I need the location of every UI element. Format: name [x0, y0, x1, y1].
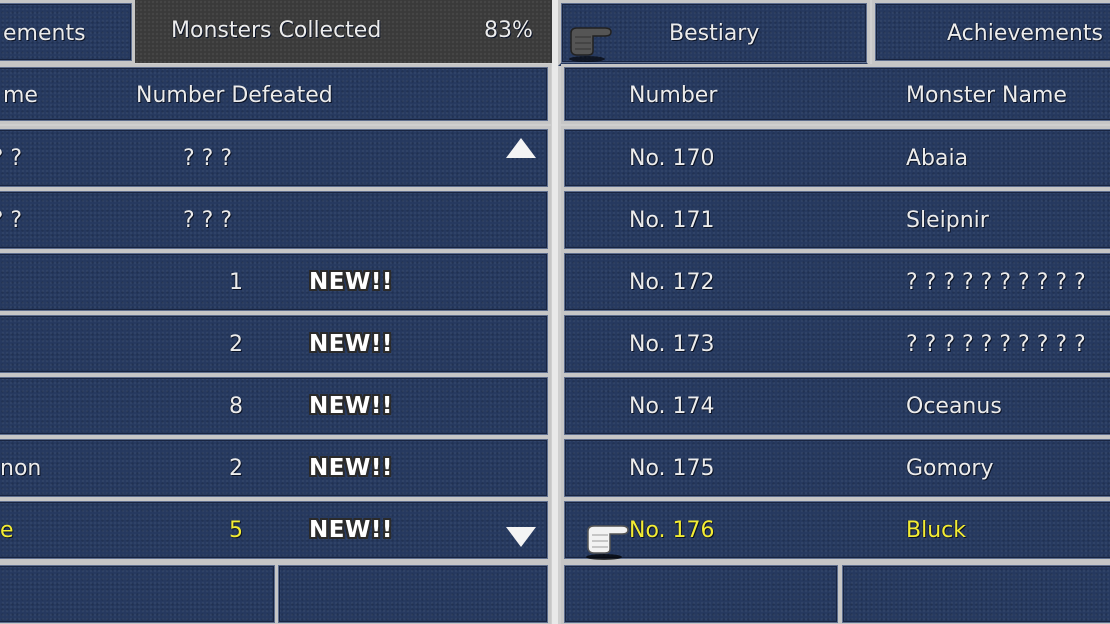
new-badge: NEW!!: [309, 393, 393, 419]
row-monster-name: ? ? ? ? ? ? ? ? ? ?: [906, 332, 1086, 357]
row-number: No. 170: [629, 146, 715, 171]
row-defeated: 2: [229, 456, 243, 481]
row-defeated: ? ? ?: [183, 146, 233, 171]
list-row[interactable]: ? ? ? ? ? ?: [0, 126, 551, 190]
header-name: me: [3, 83, 38, 108]
cursor-pointing-hand-icon: [586, 525, 629, 560]
list-row[interactable]: No. 171 Sleipnir: [561, 188, 1110, 252]
list-row[interactable]: 2 NEW!!: [0, 312, 551, 376]
list-row[interactable]: No. 170 Abaia: [561, 126, 1110, 190]
header-monster-name: Monster Name: [906, 83, 1067, 108]
row-number: No. 171: [629, 208, 715, 233]
tab-achievements[interactable]: ements: [0, 0, 135, 64]
new-badge: NEW!!: [309, 455, 393, 481]
list-row[interactable]: non 2 NEW!!: [0, 436, 551, 500]
row-monster-name: Gomory: [906, 456, 994, 481]
list-row[interactable]: No. 174 Oceanus: [561, 374, 1110, 438]
list-row[interactable]: No. 175 Gomory: [561, 436, 1110, 500]
bestiary-panel: Bestiary Achievements Number Monster Nam…: [558, 0, 1110, 624]
row-name: e: [0, 518, 14, 543]
row-monster-name: Oceanus: [906, 394, 1002, 419]
row-number: No. 172: [629, 270, 715, 295]
row-name: ? ? ?: [0, 208, 23, 233]
row-defeated: 5: [229, 518, 243, 543]
monsters-collected-label: Monsters Collected: [171, 18, 382, 43]
new-badge: NEW!!: [309, 517, 393, 543]
list-row-selected[interactable]: No. 176 Bluck: [561, 498, 1110, 562]
collection-summary: Monsters Collected 83%: [135, 0, 552, 63]
footer-left-slot: [0, 562, 278, 624]
scroll-up-icon[interactable]: [506, 138, 536, 158]
list-row[interactable]: No. 173 ? ? ? ? ? ? ? ? ? ?: [561, 312, 1110, 376]
row-number: No. 174: [629, 394, 715, 419]
new-badge: NEW!!: [309, 269, 393, 295]
list-header: me Number Defeated: [0, 64, 551, 124]
header-number-defeated: Number Defeated: [136, 83, 333, 108]
list-row[interactable]: ? ? ? ? ? ?: [0, 188, 551, 252]
header-number: Number: [629, 83, 718, 108]
tab-achievements-label: ements: [3, 21, 86, 46]
row-defeated: 2: [229, 332, 243, 357]
row-monster-name: Sleipnir: [906, 208, 989, 233]
tab-achievements-right[interactable]: Achievements: [872, 0, 1110, 64]
row-name: ? ? ?: [0, 146, 23, 171]
tab-bestiary-label: Bestiary: [669, 21, 760, 46]
row-monster-name: ? ? ? ? ? ? ? ? ? ?: [906, 270, 1086, 295]
row-name: non: [0, 456, 42, 481]
row-number: No. 176: [629, 518, 715, 543]
list-header: Number Monster Name: [561, 64, 1110, 124]
monsters-collected-percent: 83%: [484, 18, 533, 43]
tab-bestiary[interactable]: Bestiary: [558, 0, 870, 66]
row-number: No. 175: [629, 456, 715, 481]
row-monster-name: Bluck: [906, 518, 966, 543]
list-row[interactable]: 1 NEW!!: [0, 250, 551, 314]
row-number: No. 173: [629, 332, 715, 357]
footer-right-slot: [275, 562, 551, 624]
row-defeated: ? ? ?: [183, 208, 233, 233]
tab-achievements-right-label: Achievements: [947, 21, 1103, 46]
footer-left-slot: [561, 562, 841, 624]
new-badge: NEW!!: [309, 331, 393, 357]
scroll-down-icon[interactable]: [506, 527, 536, 547]
list-row[interactable]: 8 NEW!!: [0, 374, 551, 438]
row-monster-name: Abaia: [906, 146, 969, 171]
footer-right-slot: [839, 562, 1110, 624]
row-defeated: 1: [229, 270, 243, 295]
row-defeated: 8: [229, 394, 243, 419]
list-row-selected[interactable]: e 5 NEW!!: [0, 498, 551, 562]
list-row[interactable]: No. 172 ? ? ? ? ? ? ? ? ? ?: [561, 250, 1110, 314]
monster-tally-panel: ements Monsters Collected 83% me Number …: [0, 0, 552, 624]
pointing-hand-icon: [569, 27, 612, 62]
